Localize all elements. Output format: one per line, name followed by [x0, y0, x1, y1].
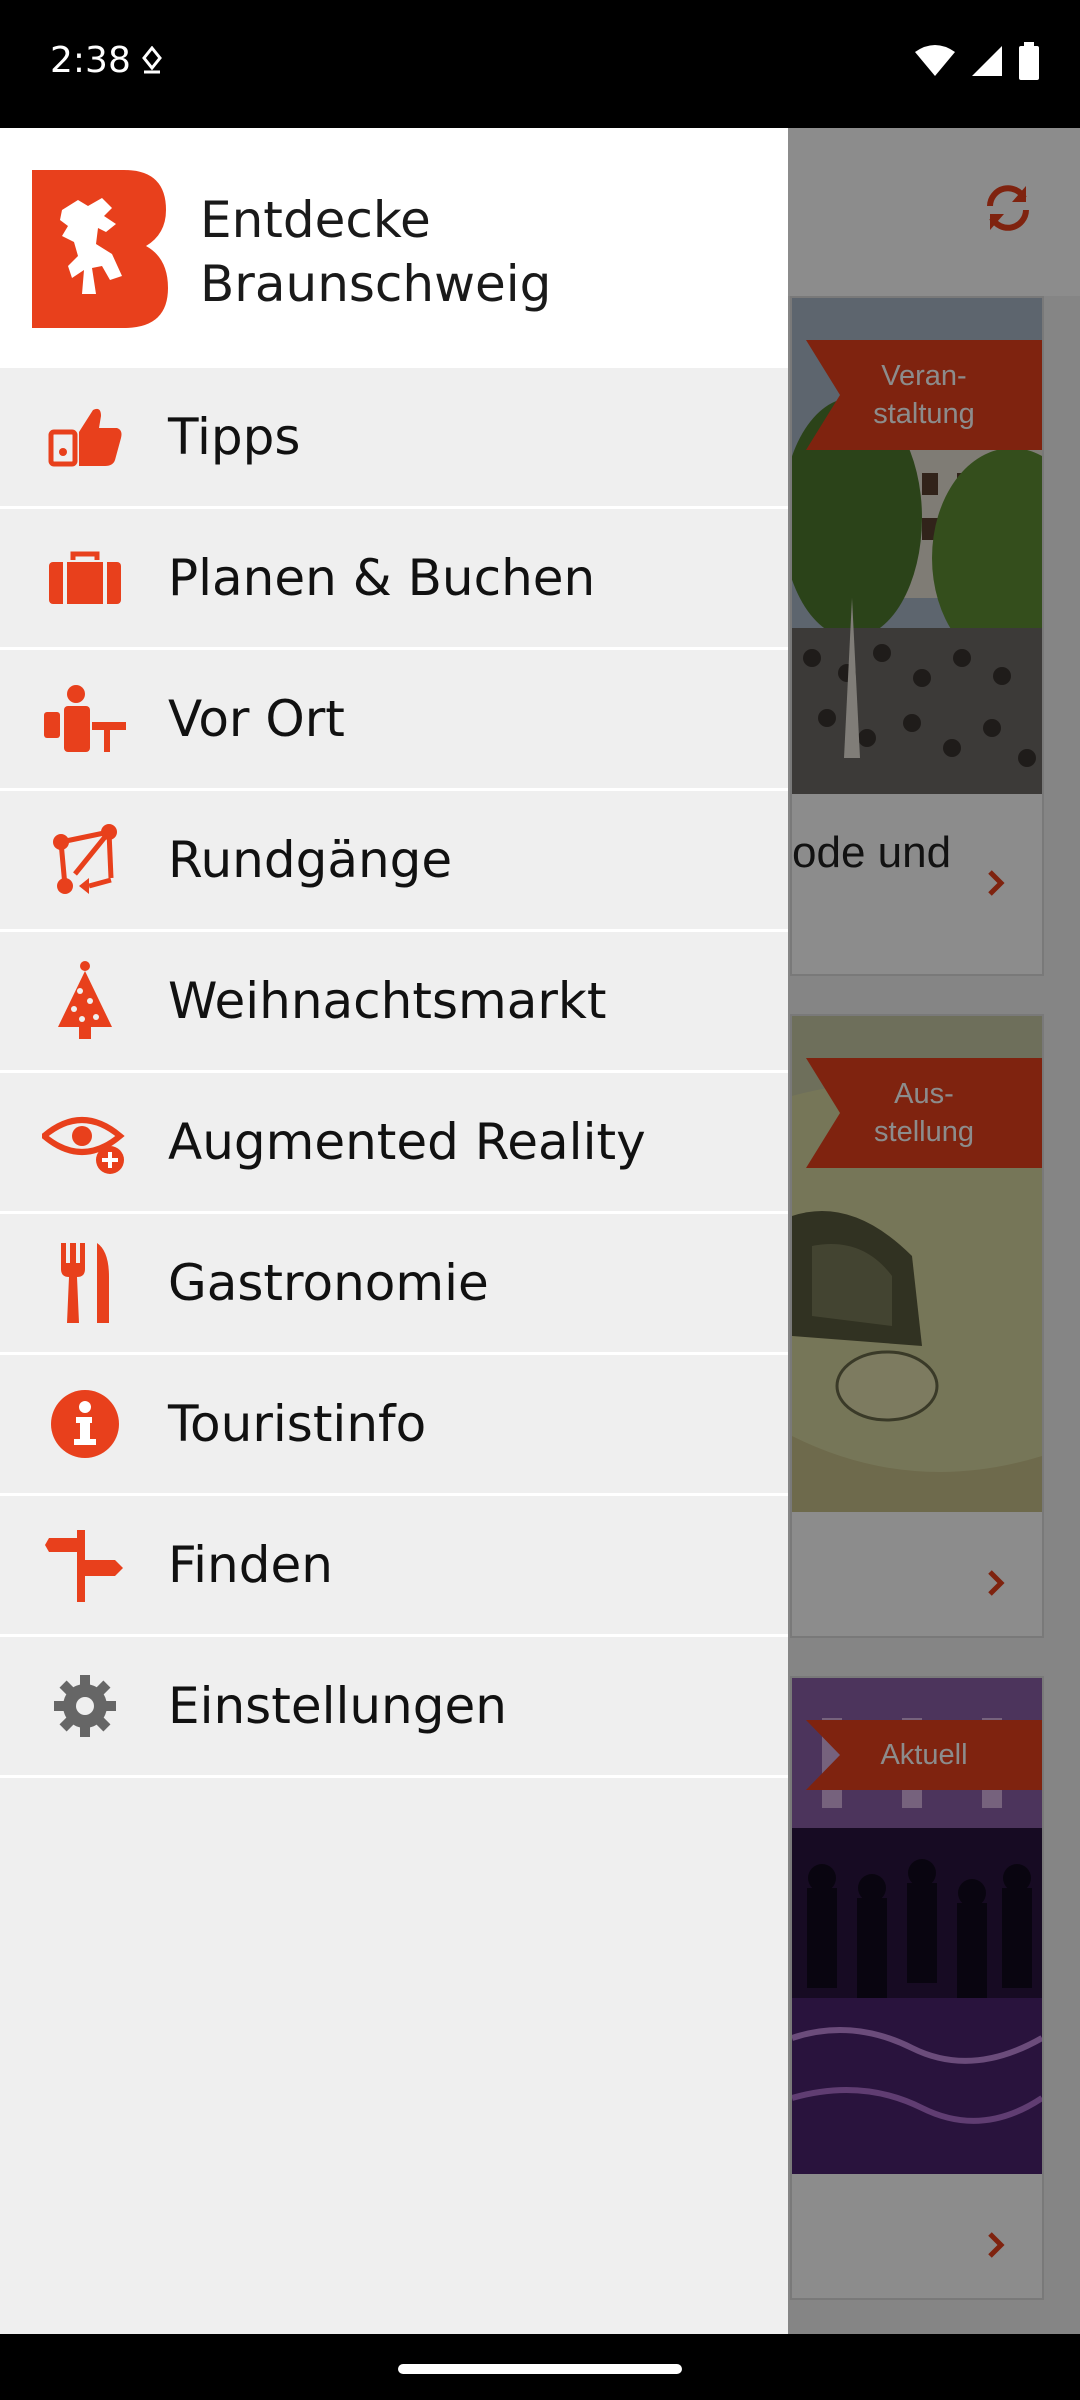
menu-item-label: Tipps: [168, 408, 301, 466]
menu-item-einstellungen[interactable]: Einstellungen: [0, 1637, 788, 1778]
menu-item-planen-buchen[interactable]: Planen & Buchen: [0, 509, 788, 650]
home-gesture-handle[interactable]: [398, 2364, 682, 2374]
menu-item-weihnachtsmarkt[interactable]: Weihnachtsmarkt: [0, 932, 788, 1073]
menu-item-vor-ort[interactable]: Vor Ort: [0, 650, 788, 791]
system-navigation-bar: [0, 2334, 1080, 2400]
briefcase-icon: [40, 543, 130, 613]
brand-title: Entdecke Braunschweig: [200, 188, 551, 316]
cell-signal-icon: [972, 46, 1002, 76]
menu-item-label: Touristinfo: [168, 1395, 427, 1453]
status-time: 2:38: [50, 40, 131, 81]
menu-item-label: Rundgänge: [168, 831, 453, 889]
drawer-header: Entdecke Braunschweig: [0, 128, 788, 368]
gear-icon: [40, 1671, 130, 1741]
battery-icon: [1019, 42, 1039, 80]
menu-item-label: Weihnachtsmarkt: [168, 972, 607, 1030]
braunschweig-lion-logo: [32, 170, 168, 328]
info-icon: [40, 1389, 130, 1459]
fork-knife-icon: [40, 1243, 130, 1323]
menu-item-label: Augmented Reality: [168, 1113, 646, 1171]
thumbs-up-icon: [40, 402, 130, 472]
route-icon: [40, 824, 130, 895]
menu-item-label: Planen & Buchen: [168, 549, 596, 607]
menu-item-label: Vor Ort: [168, 690, 345, 748]
menu-item-gastronomie[interactable]: Gastronomie: [0, 1214, 788, 1355]
menu-item-rundgaenge[interactable]: Rundgänge: [0, 791, 788, 932]
wifi-icon: [915, 45, 955, 76]
menu-item-tipps[interactable]: Tipps: [0, 368, 788, 509]
menu-item-touristinfo[interactable]: Touristinfo: [0, 1355, 788, 1496]
christmas-tree-icon: [40, 961, 130, 1039]
status-bar: 2:38: [0, 0, 1080, 128]
menu-item-label: Finden: [168, 1536, 333, 1594]
eye-plus-icon: [40, 1107, 130, 1177]
person-at-desk-icon: [40, 684, 130, 754]
brand-line: Entdecke: [200, 191, 431, 249]
brand-line: Braunschweig: [200, 255, 552, 313]
navigation-drawer: Entdecke Braunschweig Tipps Planen & Buc…: [0, 128, 788, 2334]
menu-item-label: Einstellungen: [168, 1677, 507, 1735]
signpost-icon: [40, 1530, 130, 1602]
menu-item-finden[interactable]: Finden: [0, 1496, 788, 1637]
menu-item-augmented-reality[interactable]: Augmented Reality: [0, 1073, 788, 1214]
drawer-menu: Tipps Planen & Buchen Vor Ort Rundgänge …: [0, 368, 788, 1778]
notification-icon: [140, 45, 164, 81]
menu-item-label: Gastronomie: [168, 1254, 489, 1312]
